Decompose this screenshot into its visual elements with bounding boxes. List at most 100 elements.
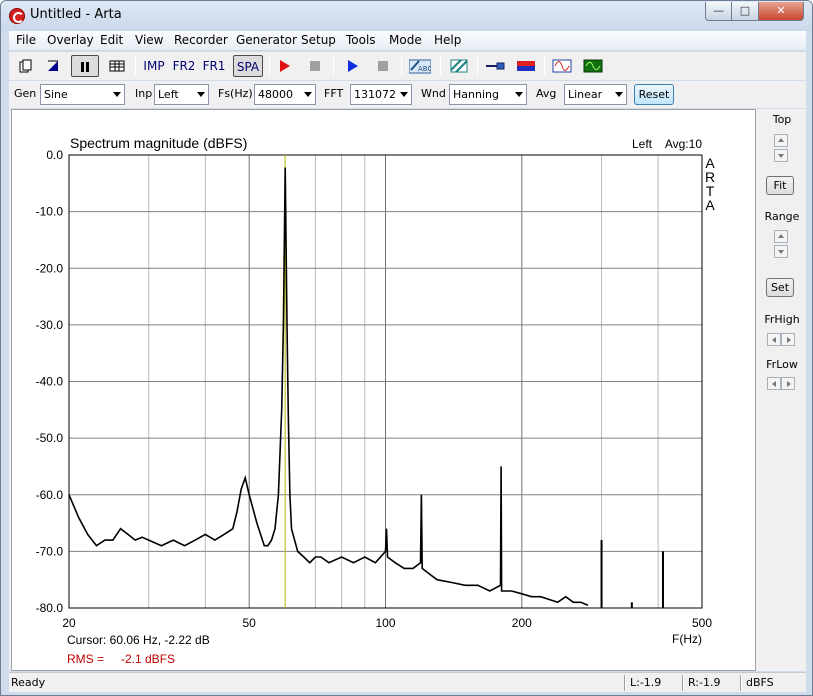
channel-label: Left: [632, 137, 653, 151]
range-down-arrow-icon[interactable]: [774, 245, 788, 258]
spa-mode-button[interactable]: SPA: [233, 55, 263, 77]
fft-select[interactable]: 131072: [350, 84, 412, 105]
frhigh-left-arrow-icon[interactable]: [767, 333, 781, 346]
menu-help[interactable]: Help: [434, 33, 461, 47]
menu-edit[interactable]: Edit: [100, 33, 123, 47]
spectrum-chart[interactable]: 0.0 -10.0 -20.0 -30.0 -40.0 -50.0 -60.0 -70.0 -8…: [12, 110, 757, 672]
frlow-right-arrow-icon[interactable]: [781, 377, 795, 390]
menu-generator[interactable]: Generator: [236, 33, 297, 47]
rms-value: -2.1 dBFS: [121, 652, 175, 666]
title-bar[interactable]: Untitled - Arta — □ ✕: [1, 1, 812, 31]
menu-file[interactable]: File: [16, 33, 36, 47]
x-axis-label: F(Hz): [672, 632, 702, 646]
status-bar: Ready L:-1.9 R:-1.9 dBFS: [9, 672, 806, 692]
spectrum-plot-panel[interactable]: 0.0 -10.0 -20.0 -30.0 -40.0 -50.0 -60.0 -70.0 -8…: [11, 109, 756, 671]
y-tick-label: -30.0: [36, 318, 64, 332]
abc-annotate-icon[interactable]: ABC: [407, 55, 433, 77]
toolbar: IMP FR2 FR1 SPA ABC: [9, 52, 806, 80]
y-tick-label: -10.0: [36, 205, 64, 219]
menu-view[interactable]: View: [135, 33, 163, 47]
menu-recorder[interactable]: Recorder: [174, 33, 228, 47]
x-tick-label: 500: [692, 616, 712, 630]
chevron-down-icon[interactable]: [300, 85, 315, 104]
x-tick-label: 20: [62, 616, 76, 630]
range-up-arrow-icon[interactable]: [774, 230, 788, 243]
y-tick-label: -60.0: [36, 488, 64, 502]
oscilloscope-icon[interactable]: [550, 55, 574, 77]
chevron-down-icon[interactable]: [511, 85, 526, 104]
client-area: 0.0 -10.0 -20.0 -30.0 -40.0 -50.0 -60.0 -70.0 -8…: [9, 109, 806, 671]
fit-button[interactable]: Fit: [766, 176, 794, 195]
maximize-button[interactable]: □: [731, 2, 759, 21]
menu-tools[interactable]: Tools: [346, 33, 376, 47]
imp-mode-button[interactable]: IMP: [141, 55, 167, 77]
top-up-arrow-icon[interactable]: [774, 134, 788, 147]
wnd-label: Wnd: [421, 87, 446, 100]
record-stop-icon[interactable]: [305, 55, 325, 77]
chevron-down-icon[interactable]: [396, 85, 411, 104]
pause-icon[interactable]: [71, 55, 99, 77]
status-ready: Ready: [11, 676, 46, 689]
generator-stop-icon[interactable]: [373, 55, 393, 77]
fs-label: Fs(Hz): [218, 87, 253, 100]
generator-play-icon[interactable]: [342, 55, 362, 77]
chevron-down-icon[interactable]: [611, 85, 626, 104]
top-down-arrow-icon[interactable]: [774, 149, 788, 162]
inp-select-value: Left: [158, 88, 179, 101]
fs-select[interactable]: 48000: [254, 84, 316, 105]
status-right-level: R:-1.9: [688, 676, 721, 689]
range-label: Range: [764, 210, 800, 223]
new-document-icon[interactable]: [15, 55, 37, 77]
fft-select-value: 131072: [354, 88, 396, 101]
menu-bar: File Overlay Edit View Recorder Generato…: [9, 31, 806, 51]
control-bar: Gen Sine Inp Left Fs(Hz) 48000 FFT 13107…: [9, 81, 806, 108]
hatch-icon[interactable]: [447, 55, 471, 77]
side-panel: Top Fit Range Set FrHigh FrLow: [758, 109, 806, 671]
frlow-label: FrLow: [766, 358, 798, 371]
x-tick-label: 50: [243, 616, 257, 630]
level-meter-icon[interactable]: [514, 55, 538, 77]
frhigh-right-arrow-icon[interactable]: [781, 333, 795, 346]
open-file-icon[interactable]: [42, 55, 64, 77]
reset-button[interactable]: Reset: [634, 84, 674, 105]
inp-select[interactable]: Left: [154, 84, 209, 105]
chart-title: Spectrum magnitude (dBFS): [70, 135, 247, 151]
avg-select-value: Linear: [568, 88, 603, 101]
wnd-select-value: Hanning: [453, 88, 499, 101]
frhigh-label: FrHigh: [764, 313, 800, 326]
x-tick-label: 100: [375, 616, 395, 630]
status-left-level: L:-1.9: [630, 676, 662, 689]
table-icon[interactable]: [106, 55, 128, 77]
y-tick-label: -50.0: [36, 431, 64, 445]
x-tick-label: 200: [512, 616, 532, 630]
status-units: dBFS: [746, 676, 774, 689]
arta-app-icon[interactable]: [9, 8, 25, 24]
y-tick-label: 0.0: [46, 148, 63, 162]
arta-brand-letter: A: [705, 197, 715, 213]
fs-select-value: 48000: [258, 88, 293, 101]
fr2-mode-button[interactable]: FR2: [171, 55, 197, 77]
fr1-mode-button[interactable]: FR1: [201, 55, 227, 77]
svg-text:ABC: ABC: [418, 65, 431, 73]
close-button[interactable]: ✕: [758, 2, 804, 21]
y-tick-label: -20.0: [36, 261, 64, 275]
set-button[interactable]: Set: [766, 278, 794, 297]
wnd-select[interactable]: Hanning: [449, 84, 527, 105]
gen-label: Gen: [14, 87, 37, 100]
frlow-left-arrow-icon[interactable]: [767, 377, 781, 390]
minimize-button[interactable]: —: [705, 2, 732, 21]
y-tick-label: -40.0: [36, 375, 64, 389]
avg-select[interactable]: Linear: [564, 84, 627, 105]
signal-monitor-icon[interactable]: [581, 55, 605, 77]
gen-select[interactable]: Sine: [40, 84, 125, 105]
window-title: Untitled - Arta: [30, 7, 122, 22]
menu-mode[interactable]: Mode: [389, 33, 422, 47]
menu-setup[interactable]: Setup: [301, 33, 336, 47]
chevron-down-icon[interactable]: [193, 85, 208, 104]
chevron-down-icon[interactable]: [109, 85, 124, 104]
menu-overlay[interactable]: Overlay: [47, 33, 94, 47]
top-label: Top: [772, 113, 792, 126]
rms-label: RMS =: [67, 652, 104, 666]
record-play-icon[interactable]: [274, 55, 294, 77]
probe-icon[interactable]: [483, 55, 507, 77]
